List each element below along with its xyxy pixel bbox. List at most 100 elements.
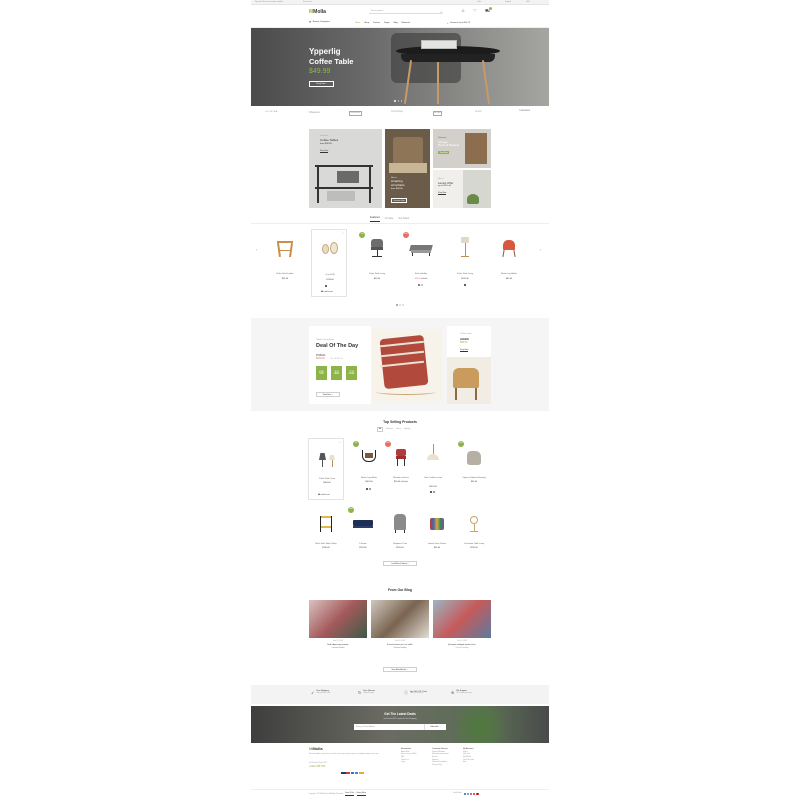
twitter-icon[interactable] (466, 792, 469, 795)
nav-item-pages[interactable]: Pages (384, 22, 390, 24)
product-name[interactable]: Wingback Chair (382, 543, 418, 545)
blog-post-link[interactable]: Continue Reading (433, 648, 491, 650)
tab-on-sale[interactable]: On Sale (385, 217, 394, 221)
product-card[interactable]: Black Side Table/Trolley $230.00 (308, 504, 344, 559)
carousel-dot[interactable] (402, 304, 404, 306)
newsletter-email-input[interactable]: Enter your Email Address (356, 726, 375, 728)
search-icon[interactable]: ⌕ (440, 10, 442, 14)
product-card[interactable]: Top Petite Table Lamp $99.00 (359, 229, 395, 289)
nav-item-elements[interactable]: Elements (402, 22, 410, 24)
hero-dot[interactable] (394, 100, 396, 102)
product-name[interactable]: Garden Seat Pattern (419, 543, 455, 545)
load-more-button[interactable]: Load More Products ↓ (383, 561, 417, 566)
product-name[interactable]: Petite Table Lamp (447, 273, 483, 275)
terms-link[interactable]: Terms Of Use (345, 793, 355, 796)
privacy-link[interactable]: Privacy Policy (356, 793, 366, 796)
carousel-dot[interactable] (399, 304, 401, 306)
footer-link[interactable]: Log in (401, 762, 416, 765)
carousel-dot[interactable] (396, 304, 398, 306)
logo[interactable]: MMolla (309, 9, 326, 15)
browse-categories-button[interactable]: ☰ Browse Categories (309, 21, 330, 24)
nav-promo[interactable]: ✦ Clearance Up to 30% Off (447, 22, 470, 25)
facebook-icon[interactable] (463, 792, 466, 795)
footer-link[interactable]: Privacy Policy (432, 765, 449, 768)
product-card[interactable]: Madra Log Holder $40.00 (491, 229, 527, 289)
chevron-right-icon[interactable]: › (540, 247, 541, 252)
product-card[interactable]: New 2-Seater $299.00 (345, 504, 381, 559)
color-swatch[interactable] (430, 491, 432, 493)
color-swatch[interactable] (325, 285, 327, 287)
nav-item-shop[interactable]: Shop (364, 22, 369, 24)
blog-post-link[interactable]: Continue Reading (371, 648, 429, 650)
product-name[interactable]: Original Outdoor Beanbag (456, 477, 492, 479)
currency-select[interactable]: USD (526, 1, 530, 3)
brand-logo[interactable]: THEBRIDE (519, 110, 530, 113)
nav-item-home[interactable]: Home (355, 22, 360, 24)
product-card[interactable]: Sale Wooden armchair $90.00 $100.00 (383, 438, 419, 493)
banner-storage[interactable]: Clearance Storage Boxes & Baskets Shop N… (433, 129, 491, 168)
blog-post-title[interactable]: Quisque volutpat mattis eros. (433, 644, 491, 647)
product-card[interactable]: Carronade Table Lamp $250.00 (456, 504, 492, 559)
hero-dot[interactable] (400, 100, 403, 102)
product-name[interactable]: Petite Table Lamp (309, 478, 345, 480)
banner-button[interactable]: Shop Now (320, 150, 329, 154)
color-swatch[interactable] (464, 284, 466, 286)
product-card[interactable]: New Original Outdoor Beanbag $49.00 (456, 438, 492, 493)
tab-furniture[interactable]: Furniture (386, 428, 393, 430)
blog-post-image[interactable] (309, 600, 367, 638)
product-card[interactable]: Butler Stool Ladder $25.00 (267, 229, 303, 289)
product-name[interactable]: Black Side Table/Trolley (308, 543, 344, 545)
wishlist-icon[interactable]: ♡ (339, 440, 342, 444)
instagram-icon[interactable] (469, 792, 473, 795)
deal-shop-now-button[interactable]: Shop Now → (316, 392, 340, 397)
banner-button[interactable]: Shop Now (438, 151, 450, 155)
user-icon[interactable]: ☺ (461, 8, 465, 13)
banner-button[interactable]: Discover Now (391, 198, 408, 204)
product-name[interactable]: Lime Cordless Lamp (415, 477, 451, 479)
deal-side-button[interactable]: Shop Now (460, 349, 469, 353)
language-select[interactable]: English (505, 1, 511, 3)
hero-shop-now-button[interactable]: Shop Now › (309, 81, 334, 87)
product-name[interactable]: Petite Table Lamp (359, 273, 395, 275)
wishlist-icon[interactable]: ♡ (342, 231, 345, 235)
youtube-icon[interactable] (473, 792, 476, 795)
product-card[interactable]: Lime Cordless Lamp $351.00 (415, 438, 451, 493)
banner-armchairs[interactable]: New in Amazing Armchairs from $39.00 Dis… (385, 129, 430, 208)
blog-post[interactable]: Dec 12, 2018 Fusce lacinia arcu et nulla… (371, 600, 429, 662)
hero-dot[interactable] (397, 100, 400, 102)
hero-slider[interactable]: Ypperlig Coffee Table $49.99 Shop Now › (251, 28, 549, 106)
banner-coffee-tables[interactable]: Clearance Coffee Tables from $99.99 Shop… (309, 129, 382, 208)
view-more-articles-button[interactable]: View More Articles → (383, 667, 417, 672)
blog-post[interactable]: Nov 22, 2018 Sed adipiscing ornare. Cont… (309, 600, 367, 662)
blog-post-image[interactable] (371, 600, 429, 638)
tab-featured[interactable]: Featured (370, 216, 380, 222)
topbar-links[interactable]: Links (477, 1, 481, 3)
deal-side-card[interactable]: The Best Choice AGEN $49.00 Shop Now (447, 326, 491, 404)
brand-logo[interactable]: ATLAS (433, 110, 443, 116)
add-to-cart-button[interactable]: ⛟ add to cart (321, 291, 333, 293)
product-name[interactable]: Madra Log Holder (491, 273, 527, 275)
product-card[interactable]: Garden Seat Pattern $90.00 (419, 504, 455, 559)
footer-phone[interactable]: +0123 456 789 (309, 765, 325, 769)
search-input[interactable]: Search product ... (371, 10, 385, 12)
product-name[interactable]: Madra Log Holder (351, 477, 387, 479)
product-card[interactable]: Wingback Chair $220.00 (382, 504, 418, 559)
product-name[interactable]: Wooden armchair (383, 477, 419, 479)
product-name[interactable]: Butler Stool Ladder (267, 273, 303, 275)
pinterest-icon[interactable] (476, 792, 479, 795)
blog-post[interactable]: Dec 19, 2018 Quisque volutpat mattis ero… (433, 600, 491, 662)
tab-top-rated[interactable]: Top Rated (398, 217, 409, 221)
blog-post-title[interactable]: Fusce lacinia arcu et nulla. (371, 644, 429, 647)
chevron-left-icon[interactable]: ‹ (256, 247, 257, 252)
footer-link[interactable]: Help (463, 762, 474, 765)
blog-post-image[interactable] (433, 600, 491, 638)
brand-logo[interactable]: BRENNER (349, 110, 362, 116)
brand-logo[interactable]: mockup (391, 109, 403, 114)
product-card[interactable]: Top Madra Log Holder $401.00 (351, 438, 387, 493)
subscribe-button[interactable]: Subscribe → (424, 724, 446, 730)
banner-button[interactable]: Shop Now (438, 192, 447, 196)
footer-logo[interactable]: MMolla (309, 746, 323, 752)
brand-logo[interactable]: OLIVEIRA (265, 111, 278, 114)
tab-lighting[interactable]: Lighting (404, 428, 410, 430)
product-name[interactable]: Carronade Table Lamp (456, 543, 492, 545)
